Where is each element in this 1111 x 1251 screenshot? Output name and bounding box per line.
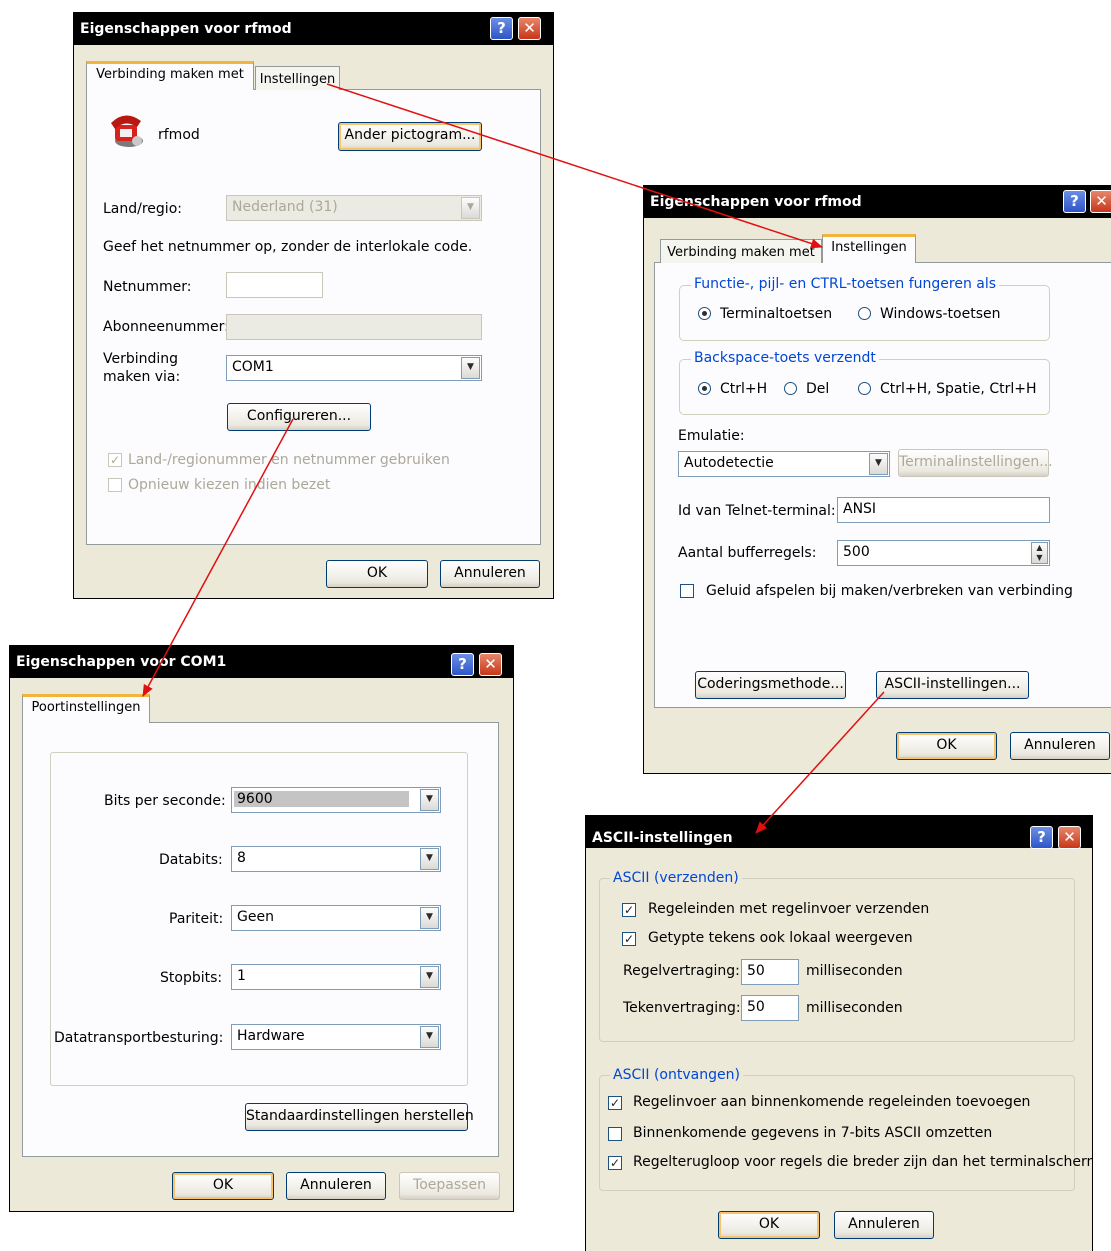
- arrow-to-port-settings: [142, 418, 294, 697]
- arrow-to-settings-tab: [326, 83, 823, 249]
- annotation-arrows: [142, 83, 885, 834]
- arrow-to-ascii-dialog: [755, 691, 885, 834]
